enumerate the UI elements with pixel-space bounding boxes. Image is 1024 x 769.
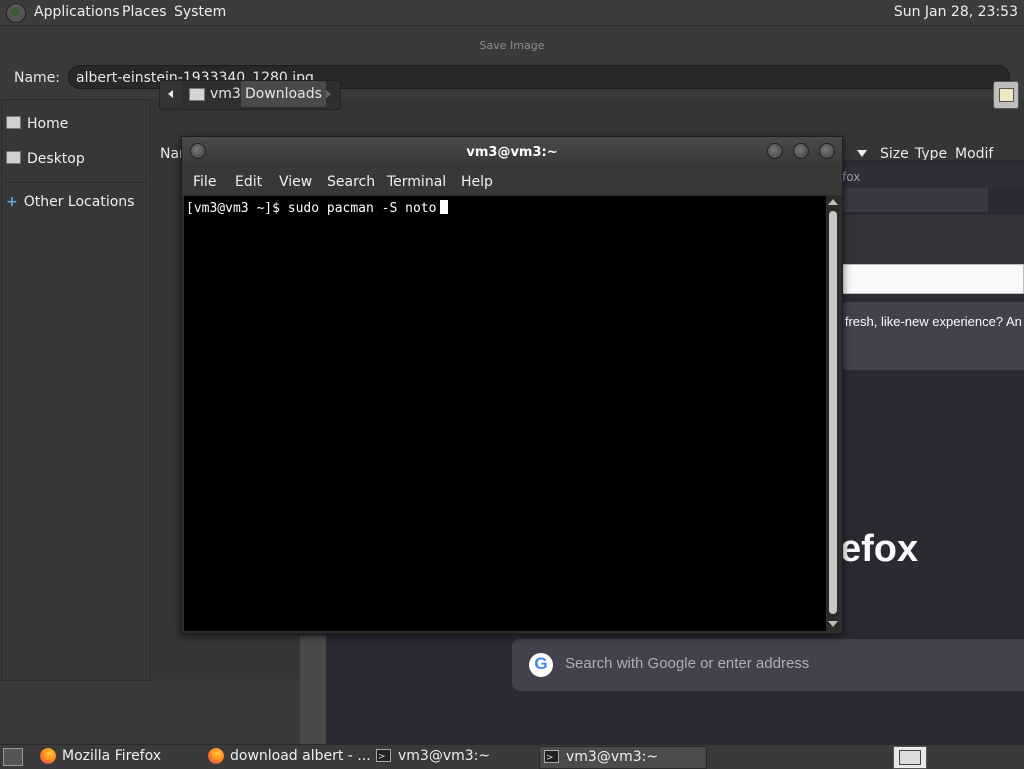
workspace-preview-icon [899, 750, 921, 765]
terminal-window: vm3@vm3:~ File Edit View Search Terminal… [181, 136, 843, 634]
place-home[interactable]: Home [6, 116, 68, 132]
top-panel: Applications Places System Sun Jan 28, 2… [0, 0, 1024, 26]
menu-edit[interactable]: Edit [235, 174, 262, 190]
path-forward-button[interactable] [318, 81, 340, 107]
task-download-albert[interactable]: download albert - ... [204, 746, 390, 767]
task-label: Mozilla Firefox [62, 748, 162, 764]
task-label: vm3@vm3:~ [398, 748, 491, 764]
terminal-screen[interactable] [184, 196, 826, 631]
dialog-title: Save Image [479, 39, 545, 52]
scroll-up-icon[interactable] [828, 199, 838, 205]
prompt-text: [vm3@vm3 ~]$ sudo pacman -S noto [186, 201, 437, 216]
firefox-icon [208, 748, 224, 764]
menu-terminal[interactable]: Terminal [387, 174, 446, 190]
create-folder-button[interactable] [993, 81, 1019, 109]
sort-arrow-icon [857, 150, 867, 157]
firefox-icon [40, 748, 56, 764]
places-menu[interactable]: Places [122, 4, 167, 20]
desktop-folder-icon [6, 151, 21, 164]
applications-logo-icon[interactable] [6, 3, 26, 23]
firefox-wordmark: efox [840, 528, 919, 570]
menu-view[interactable]: View [279, 174, 312, 190]
close-icon[interactable] [819, 143, 835, 159]
task-terminal-1[interactable]: vm3@vm3:~ [372, 746, 538, 767]
new-folder-icon [999, 88, 1014, 102]
firefox-search-placeholder: Search with Google or enter address [565, 655, 810, 672]
crumb-vm3-label: vm3 [210, 86, 241, 102]
applications-menu[interactable]: Applications [34, 4, 120, 20]
place-desktop-label: Desktop [27, 151, 85, 167]
firefox-banner-text: a fresh, like-new experience? An [834, 314, 1022, 329]
menu-help[interactable]: Help [461, 174, 493, 190]
task-mozilla-firefox[interactable]: Mozilla Firefox [36, 746, 222, 767]
folder-icon [189, 88, 205, 101]
place-desktop[interactable]: Desktop [6, 151, 85, 167]
crumb-vm3[interactable]: vm3 [184, 81, 245, 107]
scrollbar-thumb[interactable] [829, 211, 837, 614]
text-cursor [440, 200, 449, 214]
google-glyph: G [534, 654, 548, 673]
name-label: Name: [14, 70, 61, 86]
place-other-locations[interactable]: + Other Locations [6, 194, 134, 210]
firefox-tab-title: fox [842, 170, 861, 184]
terminal-command-line: [vm3@vm3 ~]$ sudo pacman -S noto [186, 200, 449, 216]
firefox-notification-banner [838, 302, 1024, 370]
menu-search[interactable]: Search [327, 174, 375, 190]
system-menu[interactable]: System [174, 4, 226, 20]
terminal-titlebar[interactable]: vm3@vm3:~ [182, 137, 842, 167]
place-home-label: Home [27, 116, 69, 132]
terminal-icon [376, 747, 391, 767]
places-sidebar: Home Desktop + Other Locations [1, 99, 151, 681]
sidebar-divider [6, 182, 146, 183]
task-terminal-2[interactable]: vm3@vm3:~ [539, 746, 707, 769]
terminal-title: vm3@vm3:~ [466, 145, 558, 160]
crumb-downloads[interactable]: Downloads [241, 81, 326, 107]
task-label: download albert - ... [230, 748, 371, 764]
task-label: vm3@vm3:~ [566, 749, 659, 765]
minimize-icon[interactable] [767, 143, 783, 159]
maximize-icon[interactable] [793, 143, 809, 159]
firefox-tab[interactable] [838, 162, 1024, 188]
google-icon: G [529, 653, 553, 677]
path-back-button[interactable] [160, 81, 182, 107]
firefox-url-bar[interactable] [840, 264, 1024, 294]
firefox-nav-strip [838, 215, 1024, 265]
background-panel [300, 636, 326, 744]
terminal-icon [544, 748, 559, 768]
scroll-down-icon[interactable] [828, 621, 838, 627]
menu-file[interactable]: File [193, 174, 216, 190]
firefox-toolbar [838, 188, 988, 212]
plus-icon: + [6, 194, 18, 210]
show-desktop-icon[interactable] [3, 748, 23, 766]
clock[interactable]: Sun Jan 28, 23:53 [894, 4, 1018, 20]
place-other-locations-label: Other Locations [23, 194, 135, 210]
home-folder-icon [6, 116, 21, 129]
workspace-switcher[interactable] [893, 746, 927, 769]
